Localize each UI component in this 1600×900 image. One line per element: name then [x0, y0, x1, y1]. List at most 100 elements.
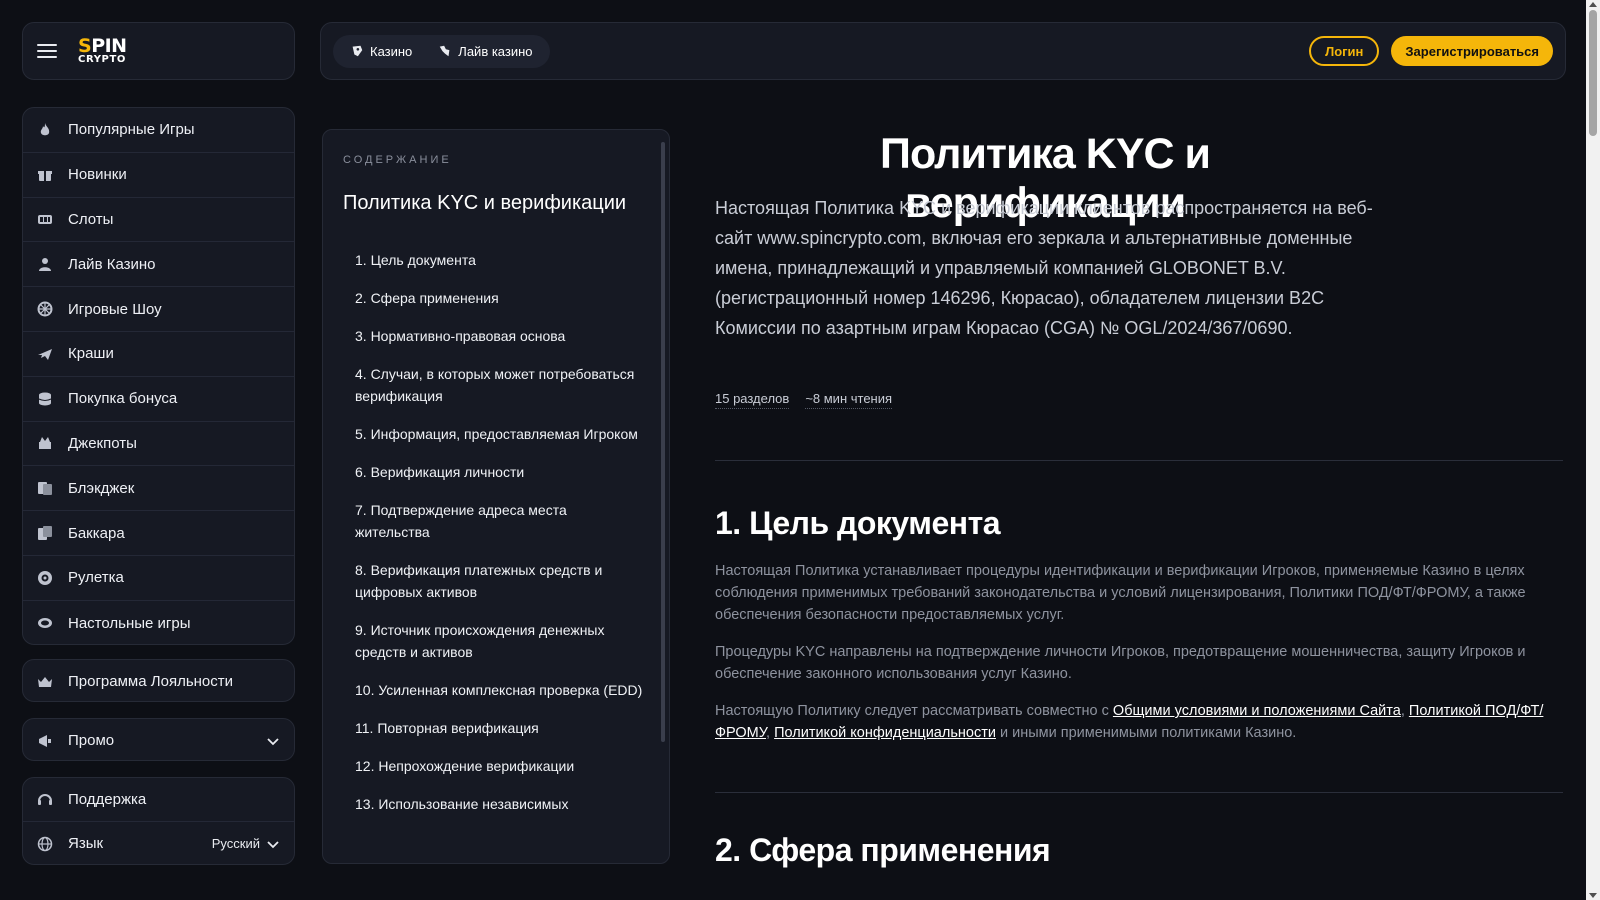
tab-casino-label: Казино: [370, 43, 413, 59]
sidebar-nav: Популярные Игры Новинки Слоты Лайв Казин…: [22, 107, 295, 645]
sidebar-item-game-shows[interactable]: Игровые Шоу: [23, 287, 294, 332]
top-tabs: Казино Лайв казино: [333, 34, 550, 68]
p3-end: и иными применимыми политиками Казино.: [995, 725, 1297, 741]
separator: ,: [766, 725, 775, 741]
section-1-paragraph-2: Процедуры KYC направлены на подтверждени…: [715, 644, 1526, 682]
login-button[interactable]: Логин: [1309, 36, 1380, 66]
sidebar-item-roulette[interactable]: Рулетка: [23, 556, 294, 601]
separator: ,: [1400, 703, 1409, 719]
toc-scrollbar[interactable]: [661, 142, 665, 742]
sidebar-item-crash[interactable]: Краши: [23, 332, 294, 377]
scrollbar-thumb[interactable]: [1589, 10, 1597, 136]
toc-item[interactable]: 3. Нормативно-правовая основа: [355, 325, 645, 347]
baccarat-cards-icon: [37, 525, 53, 541]
sidebar-item-bonus-buy[interactable]: Покупка бонуса: [23, 377, 294, 422]
toc-item[interactable]: 9. Источник происхождения денежных средс…: [355, 619, 645, 663]
chevron-down-icon[interactable]: [266, 837, 280, 851]
privacy-policy-link[interactable]: Политикой конфиденциальности: [774, 725, 996, 741]
sidebar-item-label: Слоты: [68, 210, 114, 228]
toc-item[interactable]: 13. Использование независимых: [355, 793, 645, 815]
loyalty-row[interactable]: Программа Лояльности: [23, 660, 294, 703]
divider: [715, 792, 1563, 793]
sidebar-item-popular[interactable]: Популярные Игры: [23, 108, 294, 153]
sidebar-item-label: Баккара: [68, 524, 125, 542]
support-label: Поддержка: [68, 791, 147, 808]
page-scrollbar[interactable]: [1586, 0, 1600, 900]
globe-icon: [37, 836, 53, 852]
jackpot-icon: [37, 435, 53, 451]
sidebar-item-label: Джекпоты: [68, 434, 137, 452]
toc-item[interactable]: 6. Верификация личности: [355, 461, 645, 483]
sidebar-item-loyalty[interactable]: Программа Лояльности: [22, 659, 295, 702]
logo-panel: SPIN CRYPTO: [22, 22, 295, 80]
toc-heading: СОДЕРЖАНИЕ: [343, 154, 452, 166]
sidebar-item-live-casino[interactable]: Лайв Казино: [23, 242, 294, 288]
toc-item[interactable]: 12. Непрохождение верификации: [355, 755, 645, 777]
read-time: ~8 мин чтения: [805, 391, 893, 409]
toc-item[interactable]: 7. Подтверждение адреса места жительства: [355, 499, 645, 543]
register-button[interactable]: Зарегистрироваться: [1391, 36, 1553, 66]
gift-box-icon: [37, 167, 53, 183]
toc-title: Политика KYC и верификации: [343, 192, 627, 214]
live-dealer-icon: [440, 45, 450, 57]
article-meta: 15 разделов ~8 мин чтения: [715, 391, 893, 409]
terms-link[interactable]: Общими условиями и положениями Сайта: [1113, 703, 1401, 719]
airplane-icon: [37, 346, 53, 362]
loyalty-label: Программа Лояльности: [68, 673, 234, 690]
section-1-title: 1. Цель документа: [715, 505, 1001, 541]
megaphone-icon: [37, 733, 53, 749]
sidebar-item-label: Игровые Шоу: [68, 300, 162, 318]
promo-row[interactable]: Промо: [23, 719, 294, 762]
p3-start: Настоящую Политику следует рассматривать…: [715, 703, 1113, 719]
scroll-up-arrow-icon[interactable]: [1589, 2, 1597, 7]
sidebar-item-label: Новинки: [68, 166, 127, 184]
wheel-icon: [37, 301, 53, 317]
tab-live-casino[interactable]: Лайв казино: [425, 38, 545, 65]
chevron-down-icon[interactable]: [266, 734, 280, 748]
toc-item[interactable]: 2. Сфера применения: [355, 287, 645, 309]
roulette-icon: [37, 570, 53, 586]
casino-chip-icon: [352, 45, 363, 57]
tab-casino[interactable]: Казино: [337, 38, 425, 65]
sidebar-item-label: Краши: [68, 345, 114, 363]
dealer-icon: [37, 256, 53, 272]
toc-item[interactable]: 10. Усиленная комплексная проверка (EDD): [355, 679, 645, 701]
section-2-title: 2. Сфера применения: [715, 832, 1051, 868]
section-1-paragraph-3: Настоящую Политику следует рассматривать…: [715, 700, 1555, 744]
toc-item[interactable]: 5. Информация, предоставляемая Игроком: [355, 423, 645, 445]
language-label: Язык: [68, 835, 104, 852]
tab-live-casino-label: Лайв казино: [458, 43, 533, 59]
intro-text: Настоящая Политика KYC и верификации кли…: [715, 198, 1373, 338]
sidebar-item-support[interactable]: Поддержка: [23, 778, 294, 821]
toc-item[interactable]: 11. Повторная верификация: [355, 717, 645, 739]
sidebar-item-language[interactable]: Язык Русский: [23, 821, 294, 865]
sidebar-item-label: Блэкджек: [68, 479, 135, 497]
sections-count: 15 разделов: [715, 391, 790, 409]
flame-icon: [37, 122, 53, 138]
sidebar-item-slots[interactable]: Слоты: [23, 198, 294, 243]
sidebar-item-table-games[interactable]: Настольные игры: [23, 601, 294, 646]
auth-buttons: Логин Зарегистрироваться: [1309, 36, 1553, 66]
crown-icon: [37, 674, 53, 690]
divider: [715, 460, 1563, 461]
sidebar-item-blackjack[interactable]: Блэкджек: [23, 466, 294, 512]
scroll-down-arrow-icon[interactable]: [1589, 893, 1597, 898]
toc-item[interactable]: 1. Цель документа: [355, 249, 645, 271]
logo-line2: CRYPTO: [78, 54, 126, 65]
sidebar-bottom-group: Поддержка Язык Русский: [22, 777, 295, 865]
language-value[interactable]: Русский: [212, 836, 260, 851]
headset-icon: [37, 792, 53, 808]
sidebar-item-jackpots[interactable]: Джекпоты: [23, 422, 294, 467]
hamburger-menu-icon[interactable]: [37, 44, 57, 58]
sidebar-item-label: Лайв Казино: [68, 255, 156, 273]
toc-item[interactable]: 4. Случаи, в которых может потребоваться…: [355, 363, 645, 407]
sidebar-item-label: Рулетка: [68, 569, 124, 587]
sidebar-item-promo[interactable]: Промо: [22, 718, 295, 761]
table-games-icon: [37, 615, 53, 631]
spin-crypto-logo[interactable]: SPIN CRYPTO: [78, 37, 127, 65]
section-1-paragraph-1: Настоящая Политика устанавливает процеду…: [715, 563, 1526, 623]
sidebar-item-baccarat[interactable]: Баккара: [23, 511, 294, 556]
toc-item[interactable]: 8. Верификация платежных средств и цифро…: [355, 559, 645, 603]
sidebar-item-new[interactable]: Новинки: [23, 153, 294, 198]
slot-machine-icon: [37, 211, 53, 227]
